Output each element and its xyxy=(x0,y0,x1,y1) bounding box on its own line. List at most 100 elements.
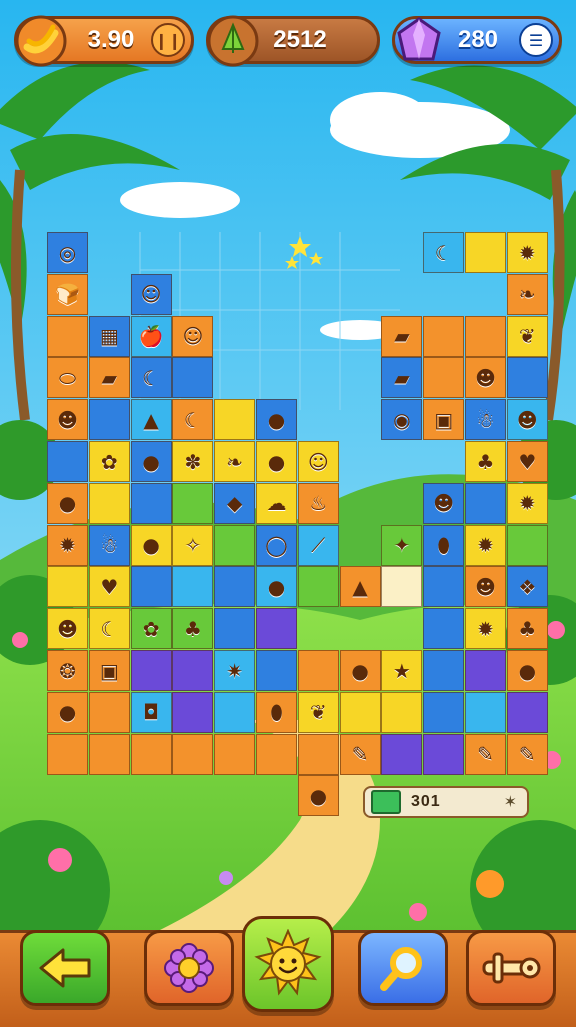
board-tile[interactable] xyxy=(214,566,256,608)
board-tile[interactable] xyxy=(256,608,297,650)
board-tile[interactable]: ☻ xyxy=(47,608,88,650)
board-tile[interactable]: ☺ xyxy=(297,441,339,482)
board-tile[interactable] xyxy=(465,232,506,273)
board-tile[interactable]: ▰ xyxy=(381,315,423,357)
board-tile[interactable]: ♥ xyxy=(88,566,130,608)
board-tile[interactable]: ⬭ xyxy=(47,357,88,399)
board-tile[interactable]: 🍞 xyxy=(47,273,88,315)
settings-button[interactable] xyxy=(144,930,234,1006)
board-tile[interactable]: ● xyxy=(130,441,172,482)
board-tile[interactable]: ● xyxy=(256,441,297,482)
board-tile[interactable] xyxy=(88,399,130,441)
board-tile[interactable] xyxy=(465,650,506,691)
board-tile[interactable]: ✦ xyxy=(381,524,423,566)
board-tile[interactable]: ▦ xyxy=(88,315,130,357)
board-tile[interactable]: ● xyxy=(256,566,297,608)
board-tile[interactable] xyxy=(88,482,130,524)
board-tile[interactable] xyxy=(506,357,548,399)
board-tile[interactable] xyxy=(172,357,214,399)
board-tile[interactable] xyxy=(381,566,423,608)
board-tile[interactable] xyxy=(47,733,88,775)
board-tile[interactable] xyxy=(256,650,297,691)
board-tile[interactable]: ❖ xyxy=(506,566,548,608)
board-tile[interactable]: ☺ xyxy=(130,273,172,315)
board-tile[interactable]: ● xyxy=(506,650,548,691)
sun-hint-button[interactable] xyxy=(242,916,334,1012)
board-tile[interactable]: ● xyxy=(47,482,88,524)
board-tile[interactable] xyxy=(381,733,423,775)
board-tile[interactable]: ❦ xyxy=(506,315,548,357)
board-tile[interactable]: ✧ xyxy=(172,524,214,566)
board-tile[interactable]: ♨ xyxy=(297,482,339,524)
board-tile[interactable]: ✎ xyxy=(506,733,548,775)
board-tile[interactable]: ✹ xyxy=(465,608,506,650)
board-tile[interactable]: ❧ xyxy=(506,273,548,315)
board-tile[interactable]: ☻ xyxy=(423,482,465,524)
board-tile[interactable]: ● xyxy=(339,650,381,691)
board-tile[interactable]: ▰ xyxy=(381,357,423,399)
board-tile[interactable] xyxy=(214,691,256,733)
board-tile[interactable]: ⟋ xyxy=(297,524,339,566)
board-tile[interactable] xyxy=(381,691,423,733)
board-tile[interactable]: ◉ xyxy=(381,399,423,441)
board-tile[interactable]: ✽ xyxy=(172,441,214,482)
board-tile[interactable] xyxy=(172,650,214,691)
board-tile[interactable]: ❧ xyxy=(214,441,256,482)
board-tile[interactable]: ✿ xyxy=(88,441,130,482)
board-tile[interactable]: ● xyxy=(297,775,339,817)
board-tile[interactable]: 🍎 xyxy=(130,315,172,357)
board-tile[interactable]: ◘ xyxy=(130,691,172,733)
board-tile[interactable]: ⬮ xyxy=(423,524,465,566)
board-tile[interactable]: ♣ xyxy=(172,608,214,650)
board-tile[interactable] xyxy=(88,733,130,775)
board-tile[interactable] xyxy=(130,482,172,524)
board-tile[interactable]: ❦ xyxy=(297,691,339,733)
board-tile[interactable]: ▣ xyxy=(88,650,130,691)
board-tile[interactable]: ✎ xyxy=(339,733,381,775)
board-tile[interactable]: ☻ xyxy=(465,357,506,399)
board-tile[interactable]: ✹ xyxy=(47,524,88,566)
board-tile[interactable]: ● xyxy=(256,399,297,441)
board-tile[interactable] xyxy=(214,399,256,441)
board-tile[interactable] xyxy=(47,315,88,357)
board-tile[interactable]: ☾ xyxy=(130,357,172,399)
board-tile[interactable]: ✎ xyxy=(465,733,506,775)
board-tile[interactable] xyxy=(47,566,88,608)
board-tile[interactable] xyxy=(130,733,172,775)
board-tile[interactable]: ☻ xyxy=(506,399,548,441)
board-tile[interactable]: ⬮ xyxy=(256,691,297,733)
board-tile[interactable]: ✹ xyxy=(465,524,506,566)
board-tile[interactable]: ◆ xyxy=(214,482,256,524)
board-tile[interactable]: ▲ xyxy=(339,566,381,608)
board-tile[interactable] xyxy=(214,608,256,650)
board-tile[interactable] xyxy=(423,608,465,650)
board-tile[interactable] xyxy=(465,315,506,357)
board-tile[interactable] xyxy=(339,691,381,733)
board-tile[interactable]: ♥ xyxy=(506,441,548,482)
back-button[interactable] xyxy=(20,930,110,1006)
board-tile[interactable]: ☾ xyxy=(423,232,465,273)
board-tile[interactable] xyxy=(214,524,256,566)
board-tile[interactable] xyxy=(256,733,297,775)
board-tile[interactable]: ☁ xyxy=(256,482,297,524)
board-tile[interactable] xyxy=(172,691,214,733)
board-tile[interactable] xyxy=(172,733,214,775)
board-tile[interactable] xyxy=(47,441,88,482)
tools-button[interactable] xyxy=(466,930,556,1006)
board-tile[interactable]: ☃ xyxy=(88,524,130,566)
board-tile[interactable]: ● xyxy=(130,524,172,566)
board-tile[interactable] xyxy=(423,650,465,691)
board-tile[interactable] xyxy=(297,733,339,775)
board-tile[interactable]: ▰ xyxy=(88,357,130,399)
board-tile[interactable]: ✷ xyxy=(214,650,256,691)
board-tile[interactable]: ✹ xyxy=(506,232,548,273)
board-tile[interactable] xyxy=(172,566,214,608)
board-tile[interactable]: ★ xyxy=(381,650,423,691)
board-tile[interactable]: ▲ xyxy=(130,399,172,441)
search-button[interactable] xyxy=(358,930,448,1006)
board-tile[interactable] xyxy=(423,691,465,733)
board-tile[interactable] xyxy=(130,566,172,608)
board-tile[interactable] xyxy=(506,691,548,733)
board-tile[interactable]: ✹ xyxy=(506,482,548,524)
board-tile[interactable] xyxy=(506,524,548,566)
